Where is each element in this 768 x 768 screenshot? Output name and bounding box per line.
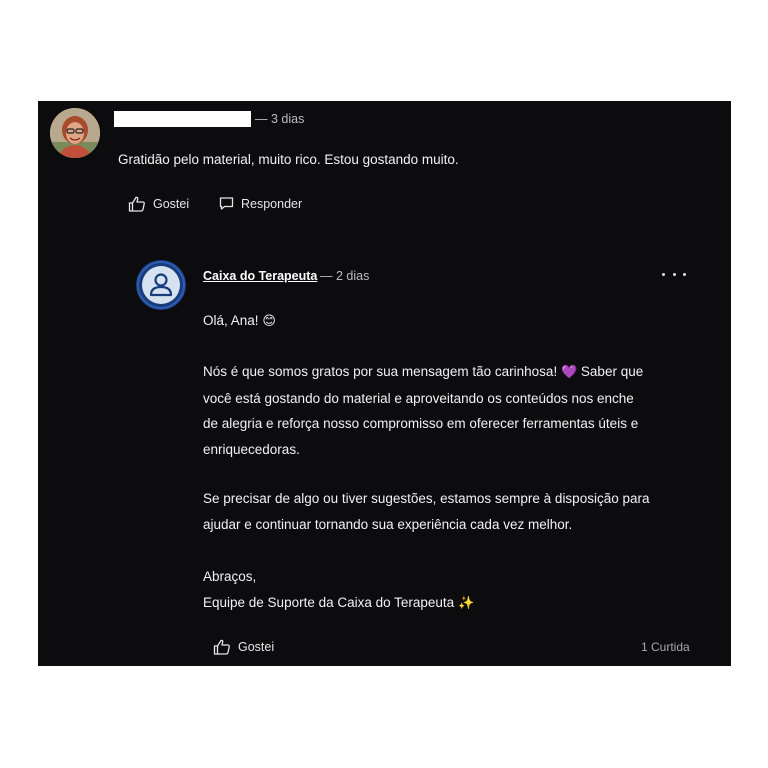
signoff-text: Abraços, xyxy=(203,569,257,584)
comment-time: — 3 dias xyxy=(255,112,305,126)
thumbs-up-icon xyxy=(213,639,231,655)
paragraph-line: de alegria e reforça nosso compromisso e… xyxy=(203,416,639,431)
speech-bubble-icon xyxy=(219,196,234,211)
sparkles-emoji-icon: ✨ xyxy=(457,595,475,611)
likes-count[interactable]: 1 Curtida xyxy=(641,640,690,654)
user-avatar[interactable] xyxy=(50,108,100,158)
paragraph-line: Se precisar de algo ou tiver sugestões, … xyxy=(203,491,650,506)
paragraph-line: Nós é que somos gratos por sua mensagem … xyxy=(203,364,558,379)
like-button[interactable]: Gostei xyxy=(128,196,189,212)
more-dot xyxy=(683,272,686,276)
purple-heart-emoji-icon: 💜 xyxy=(560,365,578,380)
comment-text: Gratidão pelo material, muito rico. Esto… xyxy=(118,152,459,167)
reply-author-link[interactable]: Caixa do Terapeuta xyxy=(203,268,317,284)
reply-paragraph-2: Se precisar de algo ou tiver sugestões, … xyxy=(203,486,703,537)
greeting-text: Olá, Ana! xyxy=(203,313,259,328)
reply-signoff: Abraços, Equipe de Suporte da Caixa do T… xyxy=(203,564,703,616)
paragraph-line: enriquecedoras. xyxy=(203,441,300,457)
like-label: Gostei xyxy=(238,640,275,654)
paragraph-line: ajudar e continuar tornando sua experiên… xyxy=(203,516,573,532)
brand-avatar[interactable] xyxy=(135,259,187,311)
reply-label: Responder xyxy=(241,196,303,211)
reply-time: — 2 dias xyxy=(320,269,370,283)
signature-text: Equipe de Suporte da Caixa do Terapeuta xyxy=(203,594,455,610)
thumbs-up-icon xyxy=(128,196,146,212)
reply-paragraph-1: Nós é que somos gratos por sua mensagem … xyxy=(203,359,703,462)
paragraph-line: você está gostando do material e aprovei… xyxy=(203,390,634,406)
like-label: Gostei xyxy=(153,197,190,211)
paragraph-line: Saber que xyxy=(580,364,644,379)
reply-greeting: Olá, Ana! 😊 xyxy=(203,308,703,335)
more-dot xyxy=(672,272,676,276)
more-options-button[interactable] xyxy=(662,266,686,282)
reply-like-button[interactable]: Gostei xyxy=(213,639,274,655)
more-dot xyxy=(662,272,665,276)
smile-emoji-icon: 😊 xyxy=(262,314,276,329)
redacted-username xyxy=(114,111,251,127)
reply-button[interactable]: Responder xyxy=(219,196,302,211)
